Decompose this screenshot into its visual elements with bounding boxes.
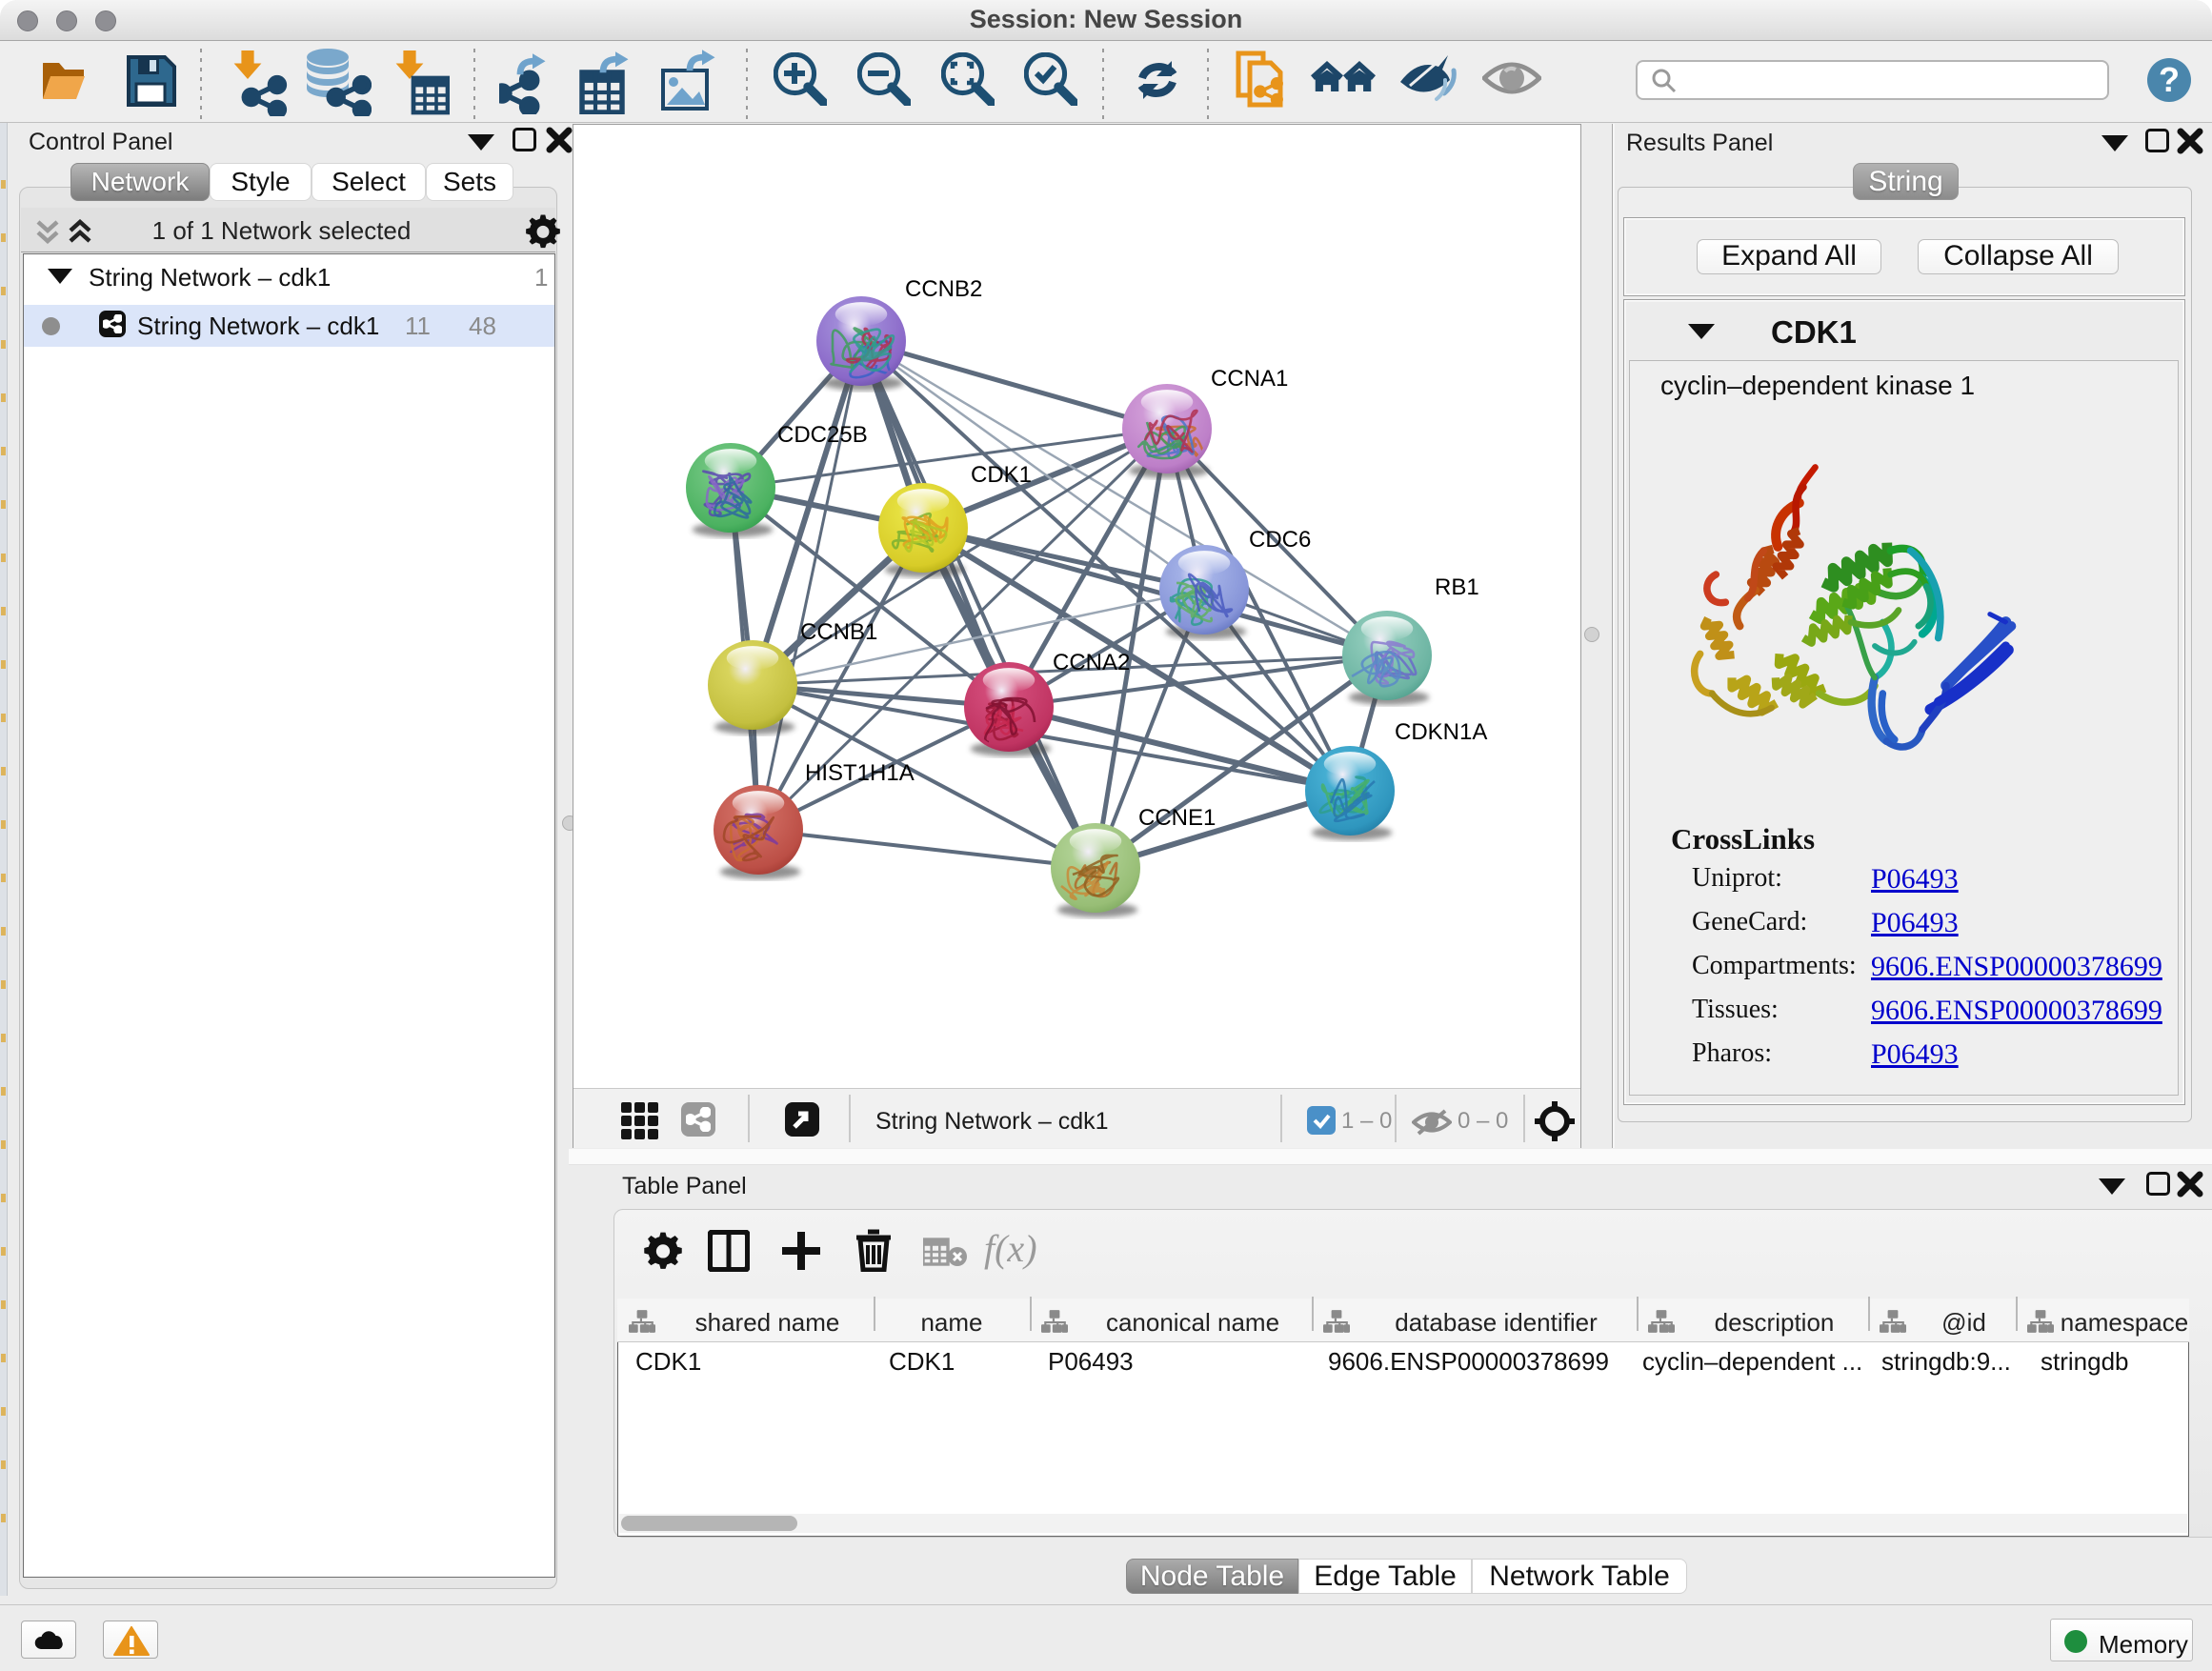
svg-text:CDKN1A: CDKN1A xyxy=(1395,719,1487,745)
svg-text:CDC6: CDC6 xyxy=(1249,527,1311,553)
svg-text:CCNB1: CCNB1 xyxy=(800,619,877,645)
svg-text:CDK1: CDK1 xyxy=(971,462,1032,488)
svg-text:RB1: RB1 xyxy=(1435,574,1479,600)
svg-text:CCNB2: CCNB2 xyxy=(905,276,982,302)
svg-text:CCNE1: CCNE1 xyxy=(1138,805,1216,831)
svg-text:CDC25B: CDC25B xyxy=(777,422,868,448)
svg-text:CCNA1: CCNA1 xyxy=(1211,366,1288,392)
svg-text:HIST1H1A: HIST1H1A xyxy=(805,760,915,786)
svg-text:CCNA2: CCNA2 xyxy=(1053,650,1130,675)
